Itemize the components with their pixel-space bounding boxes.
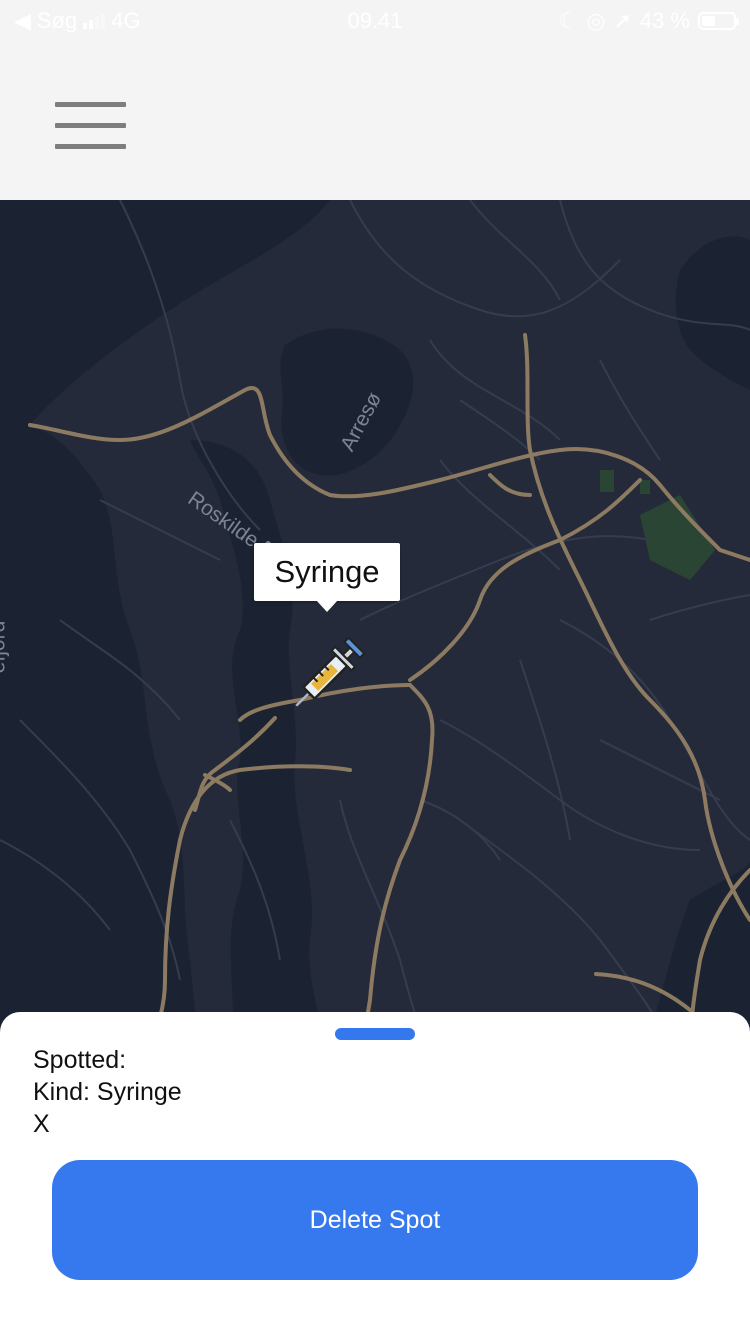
delete-spot-button[interactable]: Delete Spot bbox=[52, 1160, 698, 1280]
battery-icon bbox=[698, 12, 739, 30]
extra-label: X bbox=[33, 1110, 50, 1138]
status-bar: ◀ Søg 4G 09.41 ☾ ◎ ➚ 43 % bbox=[0, 0, 750, 40]
marker-callout[interactable]: Syringe bbox=[254, 543, 400, 612]
syringe-icon[interactable] bbox=[276, 626, 376, 726]
spotted-label: Spotted: bbox=[33, 1046, 127, 1074]
sheet-drag-handle[interactable] bbox=[335, 1028, 415, 1040]
bottom-sheet: Spotted: Kind: Syringe X Delete Spot bbox=[0, 1012, 750, 1334]
marker-callout-label: Syringe bbox=[274, 554, 380, 589]
spot-info: Spotted: Kind: Syringe X bbox=[33, 1044, 182, 1140]
status-right: ☾ ◎ ➚ 43 % bbox=[558, 8, 739, 34]
map-view[interactable]: Arresø Roskilde f efjord Syringe bbox=[0, 200, 750, 1060]
moon-icon: ☾ bbox=[558, 8, 579, 33]
battery-fill bbox=[702, 16, 715, 26]
kind-label: Kind: Syringe bbox=[33, 1078, 182, 1106]
map-label-fjord-edge: efjord bbox=[0, 620, 10, 674]
location-arrow-icon: ➚ bbox=[613, 8, 632, 33]
app-header bbox=[0, 40, 750, 200]
hamburger-menu-icon[interactable] bbox=[55, 102, 126, 152]
orientation-lock-icon: ◎ bbox=[586, 8, 606, 33]
battery-percent: 43 % bbox=[639, 8, 690, 33]
